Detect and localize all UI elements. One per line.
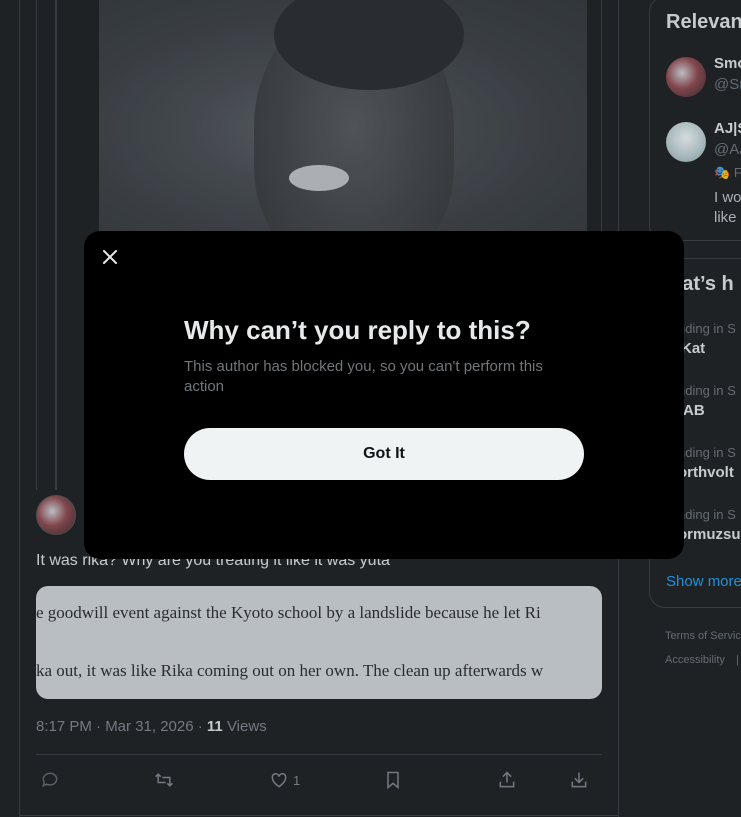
image-text-line-1: e goodwill event against the Kyoto schoo… xyxy=(36,603,541,622)
accessibility-link[interactable]: Accessibility xyxy=(665,654,725,666)
tweet-timestamp[interactable]: 8:17 PM · Mar 31, 2026 · xyxy=(36,718,207,735)
person-handle: @Sr xyxy=(714,76,741,93)
image-text-line-2: ka out, it was like Rika coming out on h… xyxy=(36,661,544,680)
thread-line-outer xyxy=(36,0,37,490)
footer-separator: | xyxy=(736,654,739,666)
like-button[interactable]: 1 xyxy=(269,766,300,794)
relevant-people-title: Relevan xyxy=(666,11,741,33)
person-name[interactable]: Smo xyxy=(714,55,741,72)
person-name[interactable]: AJ|S xyxy=(714,120,741,137)
share-button[interactable] xyxy=(497,766,517,794)
bookmark-button[interactable] xyxy=(383,766,403,794)
person-handle: @AJ xyxy=(714,141,741,158)
download-button[interactable] xyxy=(569,766,589,794)
avatar[interactable] xyxy=(666,57,706,97)
mask-icon: 🎭 xyxy=(714,165,731,180)
trend-context: nding in S xyxy=(678,445,736,460)
dialog-title: Why can’t you reply to this? xyxy=(184,315,531,345)
trend-context: nding in S xyxy=(678,507,736,522)
photo-mouth xyxy=(289,165,349,191)
tweet-meta: 8:17 PM · Mar 31, 2026 · 11 Views xyxy=(36,718,267,735)
close-button[interactable] xyxy=(96,243,124,271)
download-icon xyxy=(571,772,587,788)
divider xyxy=(19,815,619,816)
thread-connector-line xyxy=(55,0,57,490)
divider xyxy=(36,754,602,755)
share-icon xyxy=(499,771,515,788)
heart-icon xyxy=(271,772,287,788)
attached-text-image[interactable]: e goodwill event against the Kyoto schoo… xyxy=(36,586,602,699)
trend-item[interactable]: AB xyxy=(683,402,705,419)
parent-tweet-photo[interactable] xyxy=(99,0,587,235)
reply-button[interactable] xyxy=(40,766,60,794)
person-badge: 🎭 F xyxy=(714,165,741,180)
trend-item[interactable]: ormuzsur xyxy=(678,526,741,543)
dialog-message: This author has blocked you, so you can'… xyxy=(184,358,543,395)
blocked-reply-dialog: Why can’t you reply to this? This author… xyxy=(84,231,684,559)
avatar[interactable] xyxy=(666,122,706,162)
person-bio: I wo xyxy=(714,189,741,206)
reply-icon xyxy=(42,772,58,788)
person-bio: like xyxy=(714,209,737,226)
terms-link[interactable]: Terms of Servic xyxy=(665,630,741,642)
bookmark-icon xyxy=(387,771,399,790)
trend-item[interactable]: orthvolt xyxy=(678,464,734,481)
like-count: 1 xyxy=(293,772,301,788)
tweet-actions: 1 xyxy=(36,766,602,794)
trend-context: nding in S xyxy=(678,383,736,398)
photo-border xyxy=(601,0,602,235)
avatar[interactable] xyxy=(36,495,76,535)
trend-context: nding in S xyxy=(678,321,736,336)
views-count: 11 xyxy=(206,718,223,735)
got-it-button[interactable]: Got It xyxy=(184,428,584,480)
relevant-people-card: Relevan Smo @Sr AJ|S @AJ 🎭 F I wo like xyxy=(649,0,741,241)
show-more-link[interactable]: Show more xyxy=(666,573,741,590)
views-label: Views xyxy=(222,718,267,735)
repost-button[interactable] xyxy=(154,766,174,794)
repost-icon xyxy=(155,773,173,787)
close-icon xyxy=(103,250,117,264)
